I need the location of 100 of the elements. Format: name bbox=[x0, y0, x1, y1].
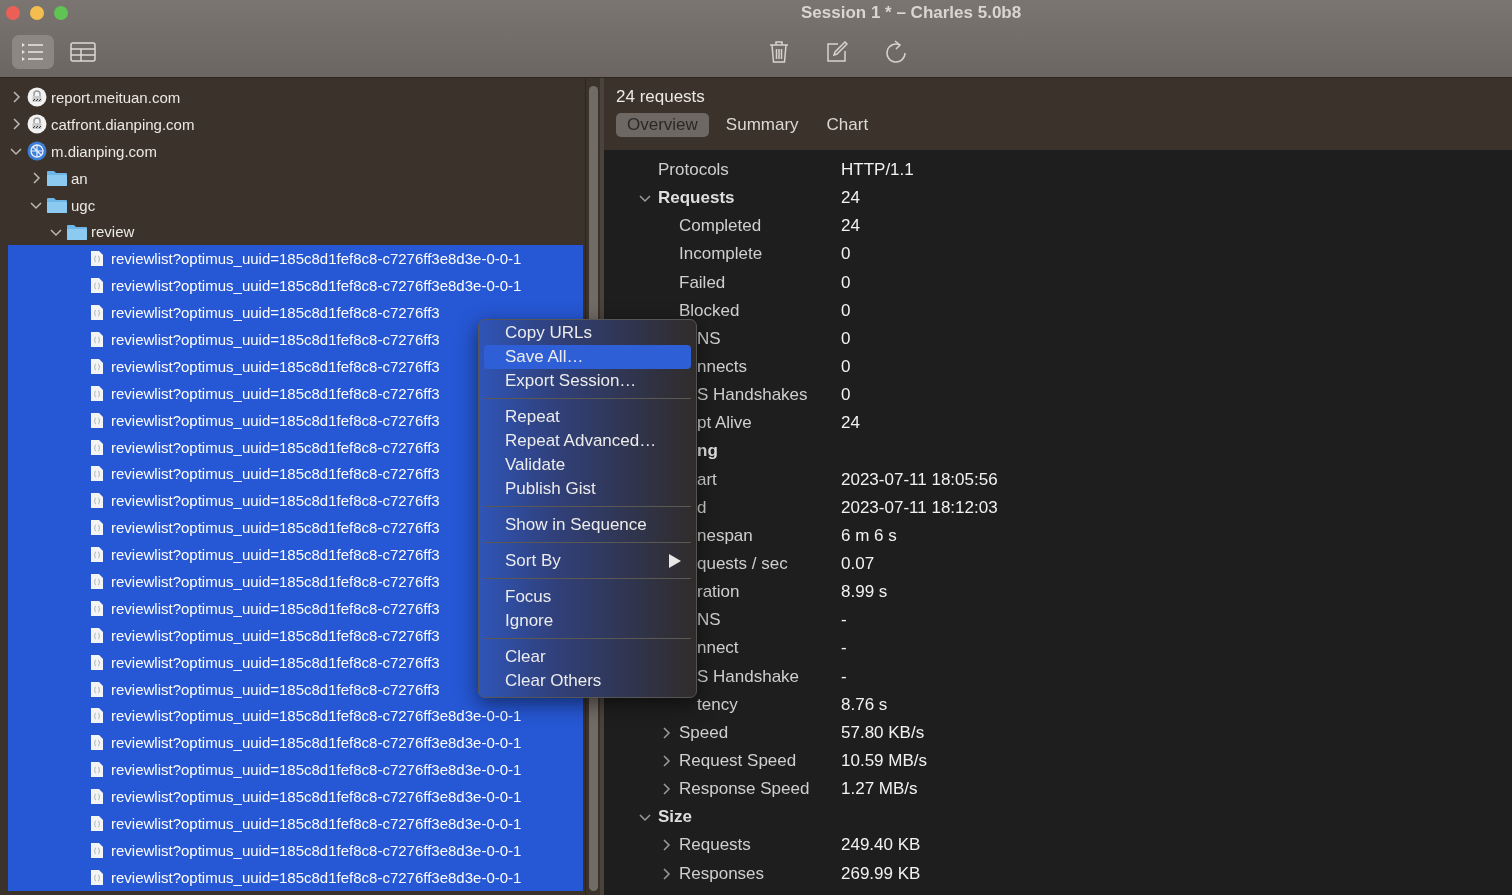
tree-row[interactable]: an bbox=[8, 164, 583, 192]
list-view-button[interactable] bbox=[12, 34, 54, 69]
request-name: reviewlist?optimus_uuid=185c8d1fef8c8-c7276ff3 bbox=[111, 572, 440, 590]
document-icon bbox=[90, 438, 104, 456]
stat-label: tency bbox=[696, 694, 738, 715]
request-name: reviewlist?optimus_uuid=185c8d1fef8c8-c7276ff3 bbox=[111, 492, 440, 510]
document-icon bbox=[90, 546, 104, 564]
request-name: reviewlist?optimus_uuid=185c8d1fef8c8-c7276ff3e8d3e-0-0-1 bbox=[111, 734, 522, 752]
request-name: reviewlist?optimus_uuid=185c8d1fef8c8-c7276ff3e8d3e-0-0-1 bbox=[111, 707, 522, 725]
host-name: catfront.dianping.com bbox=[51, 115, 195, 133]
menu-item[interactable]: Save All… bbox=[484, 345, 691, 369]
stat-value: 0 bbox=[841, 357, 851, 378]
stat-label: art bbox=[696, 469, 717, 490]
request-name: reviewlist?optimus_uuid=185c8d1fef8c8-c7276ff3 bbox=[111, 357, 440, 375]
request-name: reviewlist?optimus_uuid=185c8d1fef8c8-c7276ff3 bbox=[111, 384, 440, 402]
tree-row[interactable]: m.dianping.com bbox=[8, 137, 583, 165]
stat-value: 0 bbox=[841, 272, 851, 293]
section-label: ng bbox=[696, 441, 718, 462]
request-name: reviewlist?optimus_uuid=185c8d1fef8c8-c7276ff3 bbox=[111, 626, 440, 644]
stat-value: 0 bbox=[841, 385, 851, 406]
request-name: reviewlist?optimus_uuid=185c8d1fef8c8-c7276ff3 bbox=[111, 653, 440, 671]
tree-row[interactable]: reviewlist?optimus_uuid=185c8d1fef8c8-c7276ff3e8d3e-0-0-1 bbox=[8, 729, 583, 757]
document-icon bbox=[90, 572, 104, 590]
document-icon bbox=[90, 761, 104, 779]
stat-label: ration bbox=[696, 582, 740, 603]
stat-value: 249.40 KB bbox=[841, 835, 921, 856]
minimize-button[interactable] bbox=[30, 6, 44, 20]
tree-row[interactable]: reviewlist?optimus_uuid=185c8d1fef8c8-c7276ff3 bbox=[8, 299, 583, 326]
tab[interactable]: Chart bbox=[815, 113, 880, 137]
document-icon bbox=[90, 330, 104, 348]
request-name: reviewlist?optimus_uuid=185c8d1fef8c8-c7276ff3e8d3e-0-0-1 bbox=[111, 761, 522, 779]
stat-value: 24 bbox=[841, 188, 860, 209]
folder-name: ugc bbox=[71, 196, 96, 214]
section-label: Size bbox=[658, 807, 693, 828]
tree-row[interactable]: review bbox=[8, 218, 583, 246]
host-name: m.dianping.com bbox=[51, 142, 157, 160]
stat-label: Failed bbox=[679, 272, 726, 293]
document-icon bbox=[90, 788, 104, 806]
document-icon bbox=[90, 707, 104, 725]
stat-label: Incomplete bbox=[679, 244, 763, 265]
tree-row[interactable]: reviewlist?optimus_uuid=185c8d1fef8c8-c7276ff3e8d3e-0-0-1 bbox=[8, 863, 583, 891]
tree-row[interactable]: reviewlist?optimus_uuid=185c8d1fef8c8-c7276ff3e8d3e-0-0-1 bbox=[8, 272, 583, 300]
globe-icon bbox=[27, 141, 47, 162]
request-name: reviewlist?optimus_uuid=185c8d1fef8c8-c7276ff3 bbox=[111, 330, 440, 348]
stat-label: NS bbox=[696, 610, 721, 631]
host-name: report.meituan.com bbox=[51, 88, 181, 106]
stat-label: Requests bbox=[679, 835, 751, 856]
tree-row[interactable]: ugc bbox=[8, 191, 583, 219]
refresh-icon[interactable] bbox=[885, 39, 907, 64]
table-icon bbox=[70, 39, 96, 64]
tree-row[interactable]: report.meituan.com bbox=[8, 84, 583, 111]
stat-value: 269.99 KB bbox=[841, 863, 921, 884]
document-icon bbox=[90, 250, 104, 268]
stat-value: 6 m 6 s bbox=[841, 525, 897, 546]
stat-value: 2023-07-11 18:12:03 bbox=[841, 497, 998, 518]
document-icon bbox=[90, 868, 104, 886]
tree-row[interactable]: catfront.dianping.com bbox=[8, 110, 583, 138]
tree-row[interactable]: reviewlist?optimus_uuid=185c8d1fef8c8-c7276ff3e8d3e-0-0-1 bbox=[8, 702, 583, 730]
request-name: reviewlist?optimus_uuid=185c8d1fef8c8-c7276ff3 bbox=[111, 599, 440, 617]
tab[interactable]: Summary bbox=[714, 113, 810, 137]
request-name: reviewlist?optimus_uuid=185c8d1fef8c8-c7276ff3 bbox=[111, 438, 440, 456]
stat-label: Blocked bbox=[679, 300, 740, 321]
padlock-icon bbox=[27, 87, 47, 108]
document-icon bbox=[90, 465, 104, 483]
tree-row[interactable]: reviewlist?optimus_uuid=185c8d1fef8c8-c7276ff3e8d3e-0-0-1 bbox=[8, 836, 583, 864]
trash-icon[interactable] bbox=[769, 39, 789, 64]
request-name: reviewlist?optimus_uuid=185c8d1fef8c8-c7276ff3e8d3e-0-0-1 bbox=[111, 815, 522, 832]
request-name: reviewlist?optimus_uuid=185c8d1fef8c8-c7276ff3 bbox=[111, 546, 440, 564]
stat-value: 0.07 bbox=[841, 554, 875, 575]
edit-icon[interactable] bbox=[826, 40, 848, 63]
stat-value: - bbox=[841, 638, 847, 659]
document-icon bbox=[90, 815, 104, 832]
document-icon bbox=[90, 519, 104, 537]
document-icon bbox=[90, 384, 104, 402]
document-icon bbox=[90, 841, 104, 859]
stat-value: 24 bbox=[841, 413, 860, 434]
tree-row[interactable]: reviewlist?optimus_uuid=185c8d1fef8c8-c7276ff3e8d3e-0-0-1 bbox=[8, 783, 583, 811]
folder-name: review bbox=[91, 223, 135, 241]
stat-value: HTTP/1.1 bbox=[841, 160, 914, 181]
tree-row[interactable]: reviewlist?optimus_uuid=185c8d1fef8c8-c7276ff3e8d3e-0-0-1 bbox=[8, 810, 583, 837]
stat-value: 8.99 s bbox=[841, 582, 888, 603]
request-name: reviewlist?optimus_uuid=185c8d1fef8c8-c7276ff3 bbox=[111, 519, 440, 537]
request-name: reviewlist?optimus_uuid=185c8d1fef8c8-c7276ff3e8d3e-0-0-1 bbox=[111, 841, 522, 859]
stat-value: 57.80 KB/s bbox=[841, 722, 925, 743]
folder-icon bbox=[66, 222, 88, 241]
tree-row[interactable]: reviewlist?optimus_uuid=185c8d1fef8c8-c7276ff3e8d3e-0-0-1 bbox=[8, 756, 583, 784]
stat-label: d bbox=[696, 497, 707, 518]
stat-value: 1.27 MB/s bbox=[841, 779, 918, 800]
stat-value: 24 bbox=[841, 216, 860, 237]
tree-row[interactable]: reviewlist?optimus_uuid=185c8d1fef8c8-c7276ff3e8d3e-0-0-1 bbox=[8, 245, 583, 273]
document-icon bbox=[90, 734, 104, 752]
stat-value: 10.59 MB/s bbox=[841, 751, 927, 771]
stat-label: nespan bbox=[696, 525, 753, 546]
stat-label: Request Speed bbox=[679, 751, 797, 771]
stat-label: Response Speed bbox=[679, 779, 810, 800]
stat-label: Protocols bbox=[658, 160, 729, 181]
request-name: reviewlist?optimus_uuid=185c8d1fef8c8-c7276ff3e8d3e-0-0-1 bbox=[111, 788, 522, 806]
window-title: Session 1 * – Charles 5.0b8 bbox=[801, 3, 1022, 23]
stat-value: - bbox=[841, 666, 847, 687]
stat-value: - bbox=[841, 610, 847, 631]
